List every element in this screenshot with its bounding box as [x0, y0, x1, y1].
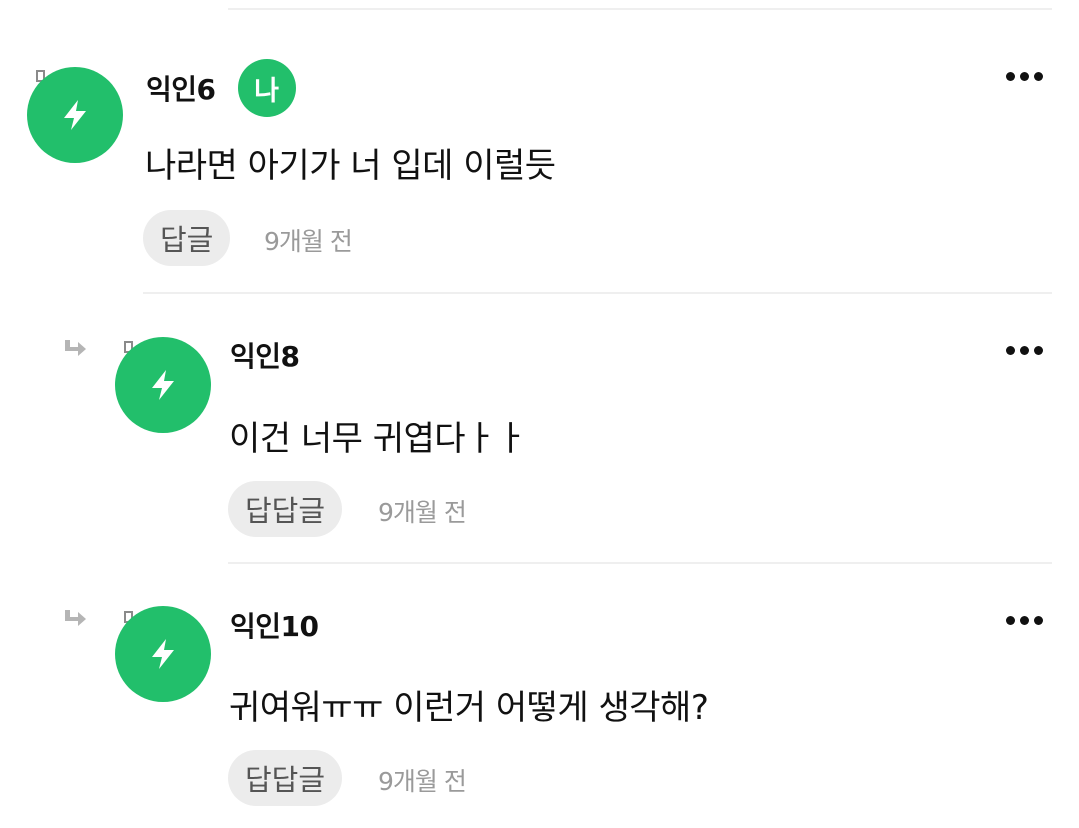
divider: [143, 292, 1052, 294]
lightning-icon: [152, 639, 174, 669]
avatar[interactable]: [27, 67, 123, 163]
divider: [228, 562, 1052, 564]
more-dots-icon[interactable]: [1006, 72, 1043, 81]
lightning-icon: [64, 100, 86, 130]
author-row: 익인6 나: [146, 59, 296, 117]
reply-arrow-icon: [65, 610, 86, 626]
reply-button[interactable]: 답답글: [228, 750, 343, 806]
author-row: 익인10: [230, 601, 319, 649]
reply-arrow-icon: [65, 340, 86, 356]
avatar[interactable]: [115, 337, 211, 433]
author-row: 익인8: [230, 331, 300, 379]
timestamp: 9개월 전: [378, 767, 467, 796]
lightning-icon: [152, 370, 174, 400]
more-dots-icon[interactable]: [1006, 346, 1043, 355]
author-name[interactable]: 익인8: [230, 335, 300, 375]
comment-text: 귀여워ㅠㅠ 이런거 어떻게 생각해?: [229, 688, 709, 728]
author-name[interactable]: 익인6: [146, 68, 216, 108]
me-badge: 나: [237, 59, 296, 117]
more-dots-icon[interactable]: [1006, 616, 1043, 625]
reply-button[interactable]: 답답글: [228, 481, 343, 537]
divider-top: [228, 8, 1052, 10]
comment-text: 나라면 아기가 너 입데 이럴듯: [145, 146, 556, 186]
author-name[interactable]: 익인10: [230, 605, 319, 645]
avatar[interactable]: [115, 606, 211, 702]
reply-button[interactable]: 답글: [143, 210, 231, 266]
timestamp: 9개월 전: [378, 498, 467, 527]
timestamp: 9개월 전: [264, 227, 353, 256]
comment-text: 이건 너무 귀엽다ㅏㅏ: [229, 419, 527, 459]
